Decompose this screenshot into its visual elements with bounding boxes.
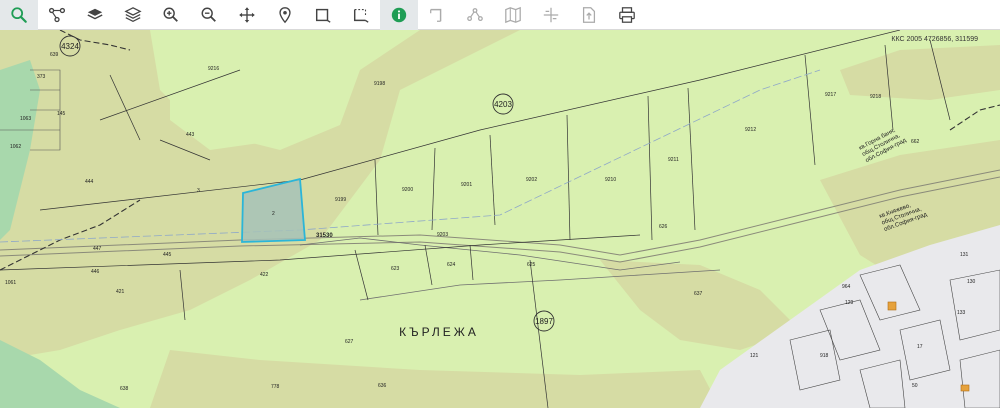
svg-text:446: 446 bbox=[91, 269, 100, 275]
export-button[interactable] bbox=[570, 0, 608, 30]
export-file-icon bbox=[582, 6, 596, 23]
svg-text:422: 422 bbox=[260, 272, 269, 278]
building-marker-2 bbox=[960, 384, 970, 392]
cross-section-icon bbox=[543, 7, 559, 22]
location-button[interactable] bbox=[266, 0, 304, 30]
locality-label: КЪРЛЕЖА bbox=[399, 325, 479, 339]
svg-text:624: 624 bbox=[447, 262, 456, 268]
zoom-in-icon bbox=[163, 7, 178, 22]
svg-text:1062: 1062 bbox=[10, 144, 21, 150]
layers-outline-button[interactable] bbox=[114, 0, 152, 30]
svg-text:778: 778 bbox=[271, 384, 280, 390]
polygon-nodes-icon bbox=[467, 7, 483, 21]
svg-text:1063: 1063 bbox=[20, 116, 31, 122]
info-button[interactable] bbox=[380, 0, 418, 30]
svg-text:9199: 9199 bbox=[335, 197, 346, 203]
svg-text:443: 443 bbox=[186, 132, 195, 138]
svg-text:9212: 9212 bbox=[745, 127, 756, 133]
map-button[interactable] bbox=[494, 0, 532, 30]
svg-text:9203: 9203 bbox=[437, 232, 448, 238]
svg-text:121: 121 bbox=[750, 353, 759, 359]
svg-text:623: 623 bbox=[391, 266, 400, 272]
svg-text:17: 17 bbox=[917, 344, 923, 350]
svg-text:9210: 9210 bbox=[605, 177, 616, 183]
svg-text:636: 636 bbox=[378, 383, 387, 389]
svg-text:964: 964 bbox=[842, 284, 851, 290]
select-rectangle-icon bbox=[315, 8, 331, 23]
svg-text:639: 639 bbox=[50, 52, 59, 58]
layers-button[interactable] bbox=[76, 0, 114, 30]
search-tool-button[interactable] bbox=[0, 0, 38, 30]
svg-text:918: 918 bbox=[820, 353, 829, 359]
svg-text:50: 50 bbox=[912, 383, 918, 389]
zoom-in-button[interactable] bbox=[152, 0, 190, 30]
svg-text:9198: 9198 bbox=[374, 81, 385, 87]
svg-text:4203: 4203 bbox=[494, 100, 512, 109]
layers-stack-icon bbox=[87, 8, 103, 19]
measure-icon bbox=[430, 8, 442, 22]
zoom-out-button[interactable] bbox=[190, 0, 228, 30]
building-marker bbox=[887, 301, 897, 311]
svg-text:1897: 1897 bbox=[535, 317, 553, 326]
svg-text:9216: 9216 bbox=[208, 66, 219, 72]
layers-outline-icon bbox=[124, 6, 142, 22]
svg-text:445: 445 bbox=[163, 252, 172, 258]
select-rectangle-alt-icon bbox=[353, 8, 369, 23]
svg-text:9200: 9200 bbox=[402, 187, 413, 193]
zoom-out-icon bbox=[201, 7, 216, 22]
info-icon bbox=[391, 7, 407, 22]
svg-text:638: 638 bbox=[120, 386, 129, 392]
svg-text:3: 3 bbox=[197, 188, 200, 194]
svg-text:627: 627 bbox=[345, 339, 354, 345]
map-canvas[interactable]: 9216 9198 9217 9218 9212 9211 9210 9202 … bbox=[0, 30, 1000, 408]
svg-text:1061: 1061 bbox=[5, 280, 16, 286]
svg-text:130: 130 bbox=[967, 279, 976, 285]
svg-text:129: 129 bbox=[845, 300, 854, 306]
select-rectangle-button[interactable] bbox=[304, 0, 342, 30]
svg-text:9202: 9202 bbox=[526, 177, 537, 183]
svg-text:444: 444 bbox=[85, 179, 94, 185]
svg-text:447: 447 bbox=[93, 246, 102, 252]
measure-button[interactable] bbox=[418, 0, 456, 30]
print-button[interactable] bbox=[608, 0, 646, 30]
svg-text:9201: 9201 bbox=[461, 182, 472, 188]
pan-move-icon bbox=[239, 6, 255, 23]
svg-text:2: 2 bbox=[272, 211, 275, 217]
svg-text:9211: 9211 bbox=[668, 157, 679, 163]
polygon-nodes-button[interactable] bbox=[456, 0, 494, 30]
svg-text:662: 662 bbox=[911, 139, 920, 145]
svg-text:133: 133 bbox=[957, 310, 966, 316]
select-rectangle-alt-button[interactable] bbox=[342, 0, 380, 30]
svg-text:637: 637 bbox=[694, 291, 703, 297]
print-icon bbox=[619, 6, 635, 23]
svg-text:421: 421 bbox=[116, 289, 125, 295]
connect-nodes-icon bbox=[48, 7, 66, 22]
cadastral-map[interactable]: 9216 9198 9217 9218 9212 9211 9210 9202 … bbox=[0, 30, 1000, 408]
svg-text:131: 131 bbox=[960, 252, 969, 258]
location-pin-icon bbox=[279, 6, 291, 23]
connect-nodes-button[interactable] bbox=[38, 0, 76, 30]
svg-text:625: 625 bbox=[527, 262, 536, 268]
search-icon bbox=[11, 6, 27, 23]
svg-text:145: 145 bbox=[57, 111, 66, 117]
svg-text:626: 626 bbox=[659, 224, 668, 230]
cross-section-button[interactable] bbox=[532, 0, 570, 30]
map-toolbar bbox=[0, 0, 1000, 30]
map-icon bbox=[505, 6, 521, 23]
svg-text:373: 373 bbox=[37, 74, 46, 80]
point-label: 31530 bbox=[316, 233, 333, 239]
coordinate-readout: ККС 2005 4726856, 311599 bbox=[891, 36, 978, 43]
svg-text:4324: 4324 bbox=[61, 42, 79, 51]
svg-text:9217: 9217 bbox=[825, 92, 836, 98]
svg-text:9218: 9218 bbox=[870, 94, 881, 100]
pan-button[interactable] bbox=[228, 0, 266, 30]
